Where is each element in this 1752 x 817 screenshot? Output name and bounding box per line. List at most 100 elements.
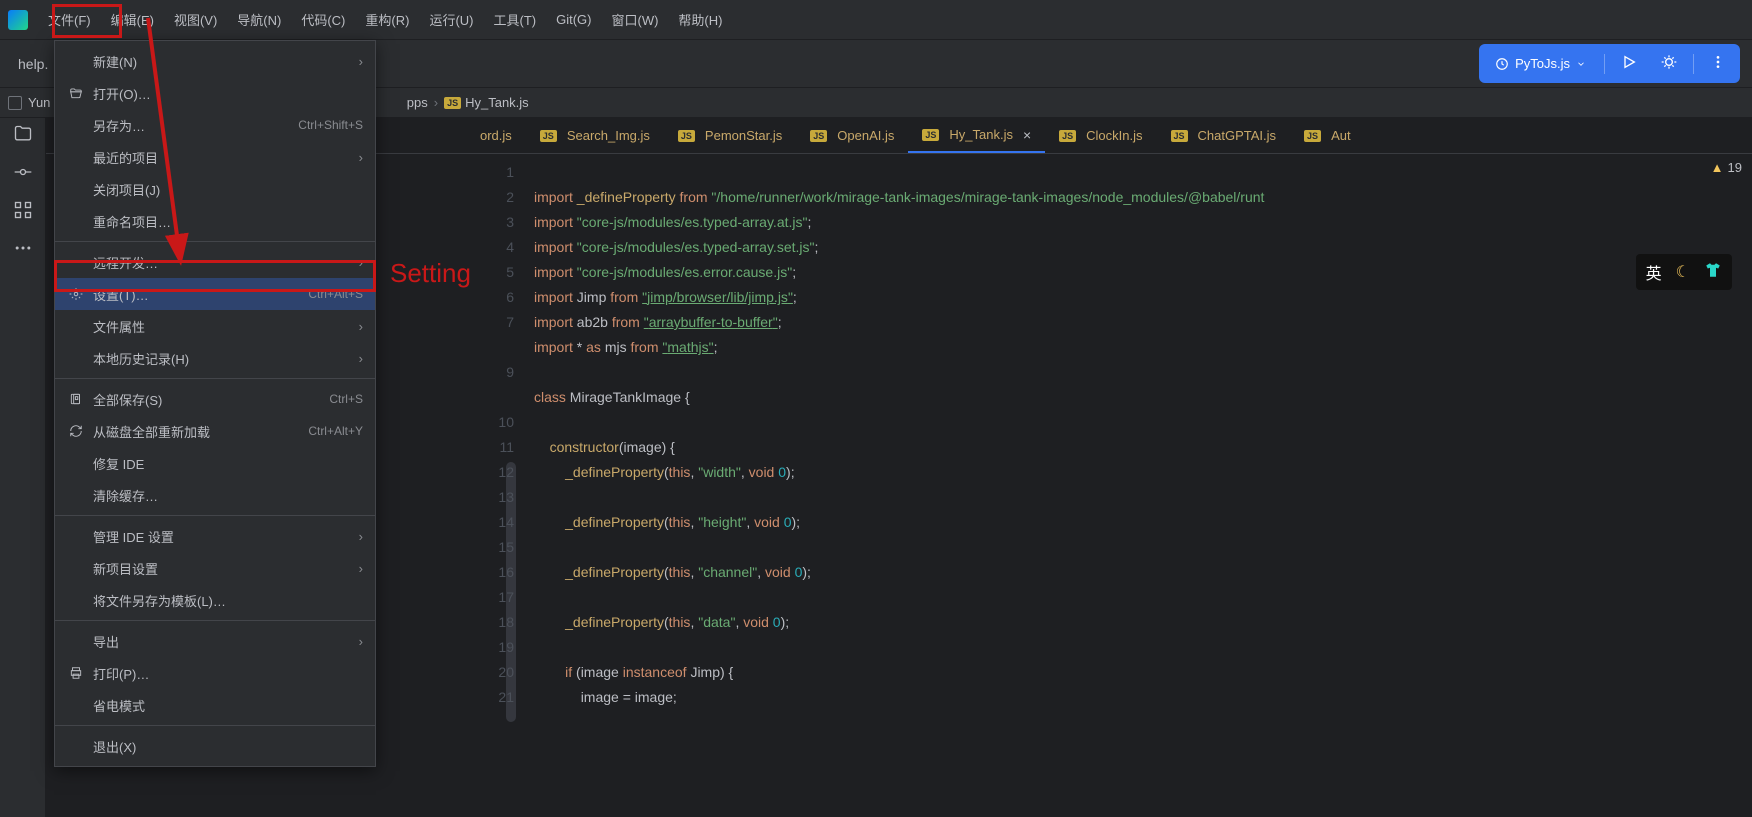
- menu-navigate[interactable]: 导航(N): [227, 6, 291, 33]
- close-icon[interactable]: ×: [1023, 127, 1031, 143]
- warning-icon: ▲: [1711, 160, 1724, 175]
- menu-item[interactable]: 新项目设置›: [55, 552, 375, 584]
- save-icon: [67, 392, 85, 406]
- menu-item[interactable]: 关闭项目(J): [55, 173, 375, 205]
- debug-button[interactable]: [1653, 48, 1685, 79]
- js-badge-icon: JS: [540, 130, 557, 142]
- menu-item-label: 本地历史记录(H): [93, 349, 351, 368]
- menu-item[interactable]: 从磁盘全部重新加载Ctrl+Alt+Y: [55, 415, 375, 447]
- more-button[interactable]: [1702, 48, 1734, 79]
- menu-item[interactable]: 修复 IDE: [55, 447, 375, 479]
- menu-item[interactable]: 新建(N) ›: [55, 45, 375, 77]
- gear-icon: [67, 287, 85, 301]
- editor-tab-active[interactable]: JSHy_Tank.js×: [908, 118, 1045, 153]
- chevron-right-icon: ›: [359, 319, 363, 334]
- menu-run[interactable]: 运行(U): [419, 6, 483, 33]
- folder-open-icon: [67, 86, 85, 100]
- menu-git[interactable]: Git(G): [546, 8, 601, 31]
- menu-item[interactable]: 退出(X): [55, 730, 375, 762]
- menu-item[interactable]: 远程开发… ›: [55, 246, 375, 278]
- chevron-right-icon: ›: [359, 54, 363, 69]
- breadcrumb-file[interactable]: Hy_Tank.js: [465, 95, 529, 110]
- left-tool-stripe: [0, 118, 46, 817]
- js-badge-icon: JS: [922, 129, 939, 141]
- menu-item[interactable]: 省电模式: [55, 689, 375, 721]
- menu-view[interactable]: 视图(V): [164, 6, 227, 33]
- menu-shortcut: Ctrl+Shift+S: [298, 118, 363, 132]
- menu-item[interactable]: 重命名项目…: [55, 205, 375, 237]
- menu-item-label: 打开(O)…: [93, 84, 363, 103]
- warning-badge[interactable]: ▲ 19: [1711, 160, 1742, 175]
- menu-item-label: 另存为…: [93, 116, 298, 135]
- scrollbar[interactable]: [506, 462, 516, 722]
- menu-tools[interactable]: 工具(T): [483, 6, 546, 33]
- menu-file[interactable]: 文件(F): [38, 6, 101, 33]
- menu-item-label: 清除缓存…: [93, 486, 363, 505]
- file-menu-dropdown: 新建(N)›打开(O)…另存为…Ctrl+Shift+S最近的项目›关闭项目(J…: [54, 40, 376, 767]
- menu-item[interactable]: 清除缓存…: [55, 479, 375, 511]
- chevron-right-icon: ›: [359, 255, 363, 270]
- menu-item[interactable]: 打印(P)…: [55, 657, 375, 689]
- commit-tool-icon[interactable]: [13, 162, 33, 182]
- menu-item[interactable]: 另存为…Ctrl+Shift+S: [55, 109, 375, 141]
- menu-item[interactable]: 文件属性›: [55, 310, 375, 342]
- menu-shortcut: Ctrl+Alt+S: [308, 287, 363, 301]
- menu-item-label: 新建(N): [93, 52, 351, 71]
- js-badge-icon: JS: [810, 130, 827, 142]
- structure-tool-icon[interactable]: [13, 200, 33, 220]
- menu-help[interactable]: 帮助(H): [668, 6, 732, 33]
- editor-tab[interactable]: JSPemonStar.js: [664, 118, 796, 153]
- toolbar-help-label: help.: [18, 56, 48, 72]
- menu-item[interactable]: 管理 IDE 设置 ›: [55, 520, 375, 552]
- js-badge-icon: JS: [1304, 130, 1321, 142]
- menu-item[interactable]: 设置(T)…Ctrl+Alt+S: [55, 278, 375, 310]
- js-badge-icon: JS: [1171, 130, 1188, 142]
- editor-tab[interactable]: JSChatGPTAI.js: [1157, 118, 1291, 153]
- more-tool-icon[interactable]: [13, 238, 33, 258]
- menu-item-label: 打印(P)…: [93, 664, 363, 683]
- menu-window[interactable]: 窗口(W): [601, 6, 668, 33]
- js-badge-icon: JS: [1059, 130, 1076, 142]
- editor-tab[interactable]: JSAut: [1290, 118, 1365, 153]
- menu-item-label: 省电模式: [93, 696, 363, 715]
- code-content[interactable]: import _defineProperty from "/home/runne…: [524, 154, 1752, 817]
- menu-item[interactable]: 导出›: [55, 625, 375, 657]
- editor-tab[interactable]: JSSearch_Img.js: [526, 118, 664, 153]
- breadcrumb-seg[interactable]: pps: [407, 95, 428, 110]
- more-vert-icon: [1710, 54, 1726, 70]
- menu-item[interactable]: 将文件另存为模板(L)…: [55, 584, 375, 616]
- menu-item-label: 远程开发…: [93, 253, 351, 272]
- divider: [1604, 54, 1605, 74]
- menu-item[interactable]: 打开(O)…: [55, 77, 375, 109]
- shirt-icon: [1704, 261, 1722, 284]
- menu-item[interactable]: 全部保存(S)Ctrl+S: [55, 383, 375, 415]
- breadcrumb-root[interactable]: Yun: [28, 95, 50, 110]
- menu-item-label: 将文件另存为模板(L)…: [93, 591, 363, 610]
- editor-tab[interactable]: JSClockIn.js: [1045, 118, 1156, 153]
- run-config-select[interactable]: PyToJs.js: [1485, 52, 1596, 75]
- editor-tab[interactable]: ord.js: [466, 118, 526, 153]
- js-badge-icon: JS: [444, 97, 461, 109]
- menu-separator: [55, 378, 375, 379]
- chevron-right-icon: ›: [359, 529, 363, 544]
- menu-item-label: 退出(X): [93, 737, 363, 756]
- run-button[interactable]: [1613, 48, 1645, 79]
- editor-tab[interactable]: JSOpenAI.js: [796, 118, 908, 153]
- bug-icon: [1661, 54, 1677, 70]
- app-logo-icon: [8, 10, 28, 30]
- ime-lang: 英: [1646, 260, 1662, 284]
- menu-item-label: 从磁盘全部重新加载: [93, 422, 308, 441]
- menu-item-label: 管理 IDE 设置: [93, 527, 351, 546]
- menu-refactor[interactable]: 重构(R): [355, 6, 419, 33]
- menu-code[interactable]: 代码(C): [291, 6, 355, 33]
- reload-icon: [67, 424, 85, 438]
- project-tool-icon[interactable]: [13, 124, 33, 144]
- menu-separator: [55, 515, 375, 516]
- ime-indicator[interactable]: 英 ☾: [1636, 254, 1732, 290]
- menu-item[interactable]: 本地历史记录(H)›: [55, 342, 375, 374]
- menu-item-label: 最近的项目: [93, 148, 351, 167]
- run-config-icon: [1495, 57, 1509, 71]
- menu-item-label: 关闭项目(J): [93, 180, 363, 199]
- menu-edit[interactable]: 编辑(E): [101, 6, 164, 33]
- menu-item[interactable]: 最近的项目›: [55, 141, 375, 173]
